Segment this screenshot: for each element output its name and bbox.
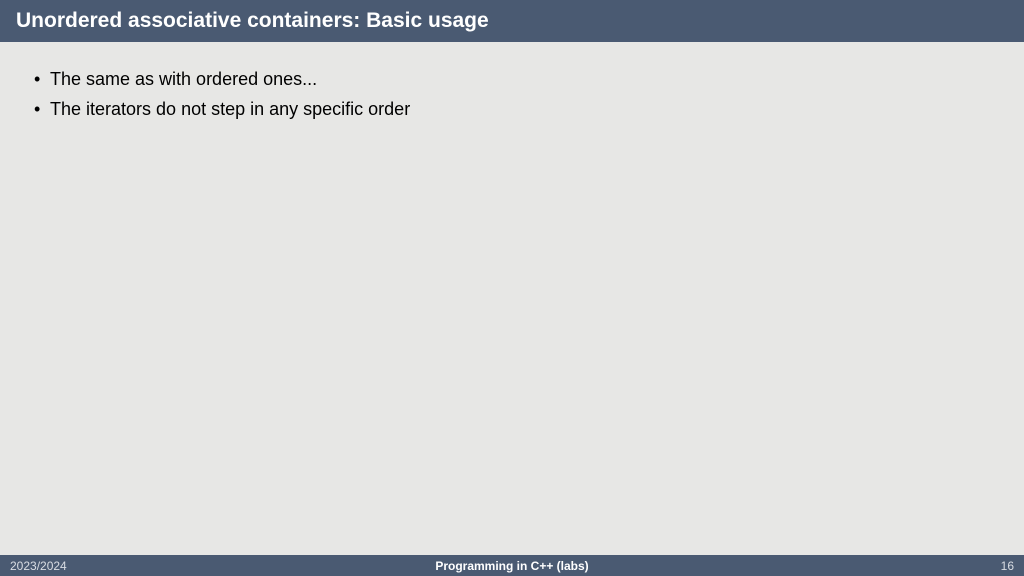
footer-page-number: 16 [679,559,1014,573]
list-item: The same as with ordered ones... [20,66,1004,94]
slide-title: Unordered associative containers: Basic … [16,9,489,32]
bullet-list: The same as with ordered ones... The ite… [20,66,1004,124]
list-item: The iterators do not step in any specifi… [20,96,1004,124]
slide-header: Unordered associative containers: Basic … [0,0,1024,42]
slide-footer: 2023/2024 Programming in C++ (labs) 16 [0,555,1024,576]
footer-course: Programming in C++ (labs) [345,559,680,573]
slide-content: The same as with ordered ones... The ite… [0,42,1024,555]
footer-year: 2023/2024 [10,559,345,573]
